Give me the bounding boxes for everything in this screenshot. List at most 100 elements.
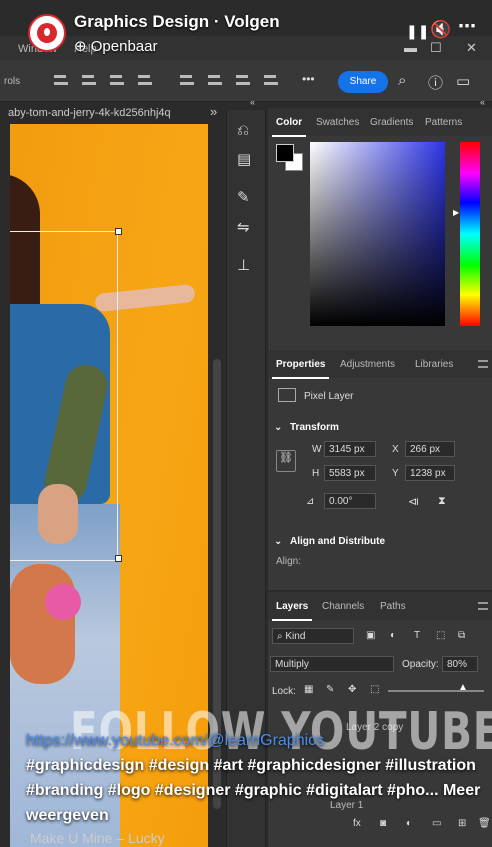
lock-label: Lock: — [272, 686, 296, 697]
height-label: H — [312, 468, 320, 479]
lock-paint-icon[interactable]: ✎ — [326, 684, 334, 695]
align-right-icon[interactable] — [108, 72, 126, 90]
width-field[interactable]: 3145 px — [324, 441, 376, 457]
layers-panel-tabs: Layers Channels Paths — [268, 592, 492, 621]
visibility-label: ⊕ Openbaar — [74, 38, 158, 55]
filter-kind: Kind — [285, 631, 306, 642]
properties-panel: Properties Adjustments Libraries Pixel L… — [268, 350, 492, 590]
share-button[interactable]: Share — [338, 71, 388, 93]
adjust-icon[interactable]: ⇋ — [237, 218, 250, 236]
tab-patterns[interactable]: Patterns — [425, 117, 462, 128]
transform-bounding-box[interactable] — [10, 231, 118, 561]
color-picker-field[interactable] — [310, 142, 445, 326]
mute-icon[interactable]: 🔇 — [430, 20, 451, 40]
lock-artboard-icon[interactable]: ⬚ — [370, 684, 379, 695]
tab-color[interactable]: Color — [271, 117, 307, 137]
layers-menu-icon[interactable] — [478, 602, 488, 610]
more-options-icon[interactable]: ••• — [302, 72, 315, 86]
channel-avatar[interactable] — [28, 14, 66, 52]
stamp-icon[interactable]: ⊥ — [237, 256, 250, 274]
document-tab[interactable]: aby-tom-and-jerry-4k-kd256nhj4q — [0, 102, 210, 124]
tab-libraries[interactable]: Libraries — [415, 359, 453, 370]
panel-menu-icon[interactable] — [478, 360, 488, 368]
flip-horizontal-icon[interactable]: ⧏ — [408, 495, 419, 508]
more-icon[interactable]: ⋯ — [458, 16, 476, 37]
distribute-center-icon[interactable] — [206, 72, 224, 90]
blend-mode-select[interactable]: Multiply — [270, 656, 394, 672]
distribute-vertical-icon[interactable] — [262, 72, 280, 90]
align-center-icon[interactable] — [80, 72, 98, 90]
height-field[interactable]: 5583 px — [324, 465, 376, 481]
close-icon[interactable]: ✕ — [466, 40, 477, 56]
hue-slider[interactable] — [460, 142, 480, 326]
brush-settings-icon[interactable]: ✎ — [237, 188, 250, 206]
foreground-color-swatch[interactable] — [276, 144, 294, 162]
tab-adjustments[interactable]: Adjustments — [340, 359, 395, 370]
channel-title[interactable]: Graphics Design · Volgen — [74, 12, 280, 32]
flip-vertical-icon[interactable]: ⧗ — [438, 495, 446, 508]
y-field[interactable]: 1238 px — [405, 465, 455, 481]
opacity-slider[interactable] — [388, 690, 484, 692]
filter-shape-icon[interactable]: ⬚ — [436, 630, 445, 641]
tab-gradients[interactable]: Gradients — [370, 117, 413, 128]
angle-field[interactable]: 0.00° — [324, 493, 376, 509]
caption-text: #graphicdesign #design #art #graphicdesi… — [26, 757, 476, 799]
tab-properties[interactable]: Properties — [271, 359, 330, 379]
collapse-icon-right[interactable]: « — [480, 97, 485, 107]
transform-section-title: Transform — [290, 422, 339, 433]
distribute-right-icon[interactable] — [234, 72, 252, 90]
align-left-icon[interactable] — [52, 72, 70, 90]
caption-link[interactable]: https://www.youtube.com/@learnGraphics — [26, 728, 486, 753]
maximize-icon[interactable]: ☐ — [430, 40, 442, 56]
distribute-left-icon[interactable] — [178, 72, 196, 90]
align-top-icon[interactable] — [136, 72, 154, 90]
filter-smart-icon[interactable]: ⧉ — [458, 630, 465, 641]
width-label: W — [312, 444, 322, 455]
layer-type: Pixel Layer — [304, 391, 354, 402]
align-chevron-icon[interactable]: ⌄ — [274, 536, 282, 547]
x-label: X — [392, 444, 399, 455]
align-section-title: Align and Distribute — [290, 536, 385, 547]
history-icon[interactable]: ⎌ — [237, 122, 249, 139]
canvas-jerry — [10, 564, 81, 684]
song-title[interactable]: Make U Mine – Lucky — [30, 830, 165, 846]
angle-icon: ⊿ — [306, 496, 315, 507]
x-field[interactable]: 266 px — [405, 441, 455, 457]
opacity-label: Opacity: — [402, 659, 439, 670]
globe-icon: ⊕ — [74, 38, 91, 55]
color-panel-tabs: Color Swatches Gradients Patterns — [268, 108, 492, 137]
lock-pixels-icon[interactable]: ▦ — [304, 684, 313, 695]
transform-handle-top-right[interactable] — [115, 228, 122, 235]
pixel-layer-icon — [278, 388, 296, 402]
transform-chevron-icon[interactable]: ⌄ — [274, 422, 282, 433]
filter-image-icon[interactable]: ▣ — [366, 630, 375, 641]
lock-move-icon[interactable]: ✥ — [348, 684, 356, 695]
tab-layers[interactable]: Layers — [271, 601, 313, 621]
options-bar: rols ••• — [0, 60, 492, 102]
link-icon[interactable]: ⛓ — [276, 450, 296, 472]
pause-icon[interactable]: ❚❚ — [406, 23, 429, 40]
opacity-field[interactable]: 80% — [442, 656, 478, 672]
align-sublabel: Align: — [276, 556, 302, 567]
filter-type-icon[interactable]: T — [414, 630, 420, 641]
video-caption: https://www.youtube.com/@learnGraphics #… — [26, 728, 486, 828]
opacity-slider-thumb[interactable]: ▲ — [458, 682, 468, 693]
comments-icon[interactable]: ▤ — [237, 150, 251, 168]
transform-handle-mid-right[interactable] — [115, 555, 122, 562]
y-label: Y — [392, 468, 399, 479]
filter-adjust-icon[interactable]: ◐ — [390, 630, 396, 641]
video-frame: Window Help ▬ ☐ ✕ rols ••• Share ⌕ ⓘ ▭ a… — [0, 0, 492, 847]
collapse-icon[interactable]: « — [250, 97, 255, 107]
collapse-panels-icon[interactable]: » — [210, 104, 217, 119]
search-icon[interactable]: ⌕ — [398, 72, 406, 89]
workspace-icon[interactable]: ▭ — [456, 72, 470, 90]
minimize-icon[interactable]: ▬ — [404, 40, 417, 55]
color-panel: Color Swatches Gradients Patterns ▶ — [268, 108, 492, 350]
tab-swatches[interactable]: Swatches — [316, 117, 359, 128]
tab-paths[interactable]: Paths — [380, 601, 406, 612]
hue-marker-icon: ▶ — [453, 208, 460, 217]
tab-channels[interactable]: Channels — [322, 601, 364, 612]
properties-panel-tabs: Properties Adjustments Libraries — [268, 350, 492, 379]
help-icon[interactable]: ⓘ — [428, 72, 443, 93]
layer-filter-select[interactable]: ⌕ Kind — [272, 628, 354, 644]
